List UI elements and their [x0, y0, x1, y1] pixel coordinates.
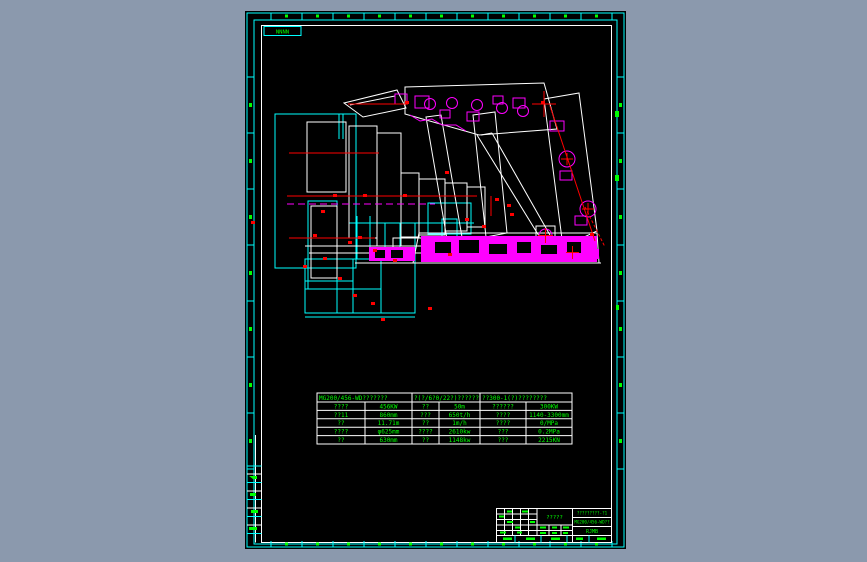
spec-cell: ??: [422, 437, 430, 444]
spec-cell: ??????: [492, 403, 514, 410]
spec-cell: ??: [422, 420, 430, 427]
spec-cell: 2215KN: [538, 437, 560, 444]
spec-cell: 0.2MPa: [538, 429, 560, 436]
spec-cell: ???: [420, 412, 431, 419]
spec-cell: ????: [496, 420, 511, 427]
spec-cell: φ625mm: [378, 429, 400, 436]
cad-viewport[interactable]: MG200/456-WD??????? ?(?/6?0/22?)?????? ?…: [245, 11, 626, 549]
dimension-lines-cyan: [274, 113, 474, 318]
spec-cell: ????: [496, 412, 511, 419]
mechanism-detail: [287, 93, 599, 262]
spec-cell: ???: [498, 429, 509, 436]
spec-cell: ????: [418, 429, 433, 436]
spec-cell: ????: [334, 403, 349, 410]
spec-table-header: ??300-1(?)????????: [482, 395, 547, 402]
spec-cell: 0/MPa: [540, 420, 558, 427]
border-frame: [246, 12, 625, 548]
title-code: RJMB: [586, 529, 598, 535]
title-part-name: ?????: [546, 515, 563, 521]
spec-cell: 11.71m: [378, 420, 400, 427]
ruler-ticks: [247, 13, 624, 547]
spec-cell: ??: [337, 437, 345, 444]
spec-cell: 860mm: [379, 412, 397, 419]
spec-cell: ??11: [334, 412, 349, 419]
spec-cell: 300KW: [540, 403, 558, 410]
title-model: MG200/456-WD??: [574, 520, 610, 525]
spec-cell: ??: [422, 403, 430, 410]
spec-cell: 2610kw: [449, 429, 471, 436]
spec-cell: 1140-3300mm: [529, 412, 569, 419]
spec-cell: 1148kw: [449, 437, 471, 444]
spec-table: MG200/456-WD??????? ?(?/6?0/22?)?????? ?…: [316, 392, 573, 445]
spec-table-header: ?(?/6?0/22?)??????: [414, 395, 479, 402]
title-drawing-number: ?????????-?1: [577, 511, 608, 516]
machine-drawing: [251, 82, 606, 321]
spec-cell: 50m: [454, 403, 465, 410]
spec-cell: ????: [334, 429, 349, 436]
app-background: { "colors": { "background": "#8b99ad", "…: [0, 0, 867, 562]
title-block: ????? ?????????-?1 MG200/456-WD?? RJMB: [496, 508, 612, 543]
cad-drawing-svg: MG200/456-WD??????? ?(?/6?0/22?)?????? ?…: [246, 12, 625, 548]
spec-cell: 1m/h: [452, 420, 467, 427]
spec-cell: 650t/h: [449, 412, 471, 419]
spec-cell: 456KW: [379, 403, 397, 410]
spec-table-header: MG200/456-WD???????: [319, 395, 388, 402]
spec-cell: ???: [498, 437, 509, 444]
spec-cell: 630mm: [379, 437, 397, 444]
dimension-text-marks: [251, 101, 594, 321]
spec-cell: ??: [337, 420, 345, 427]
zone-label: NNNN: [276, 30, 289, 36]
